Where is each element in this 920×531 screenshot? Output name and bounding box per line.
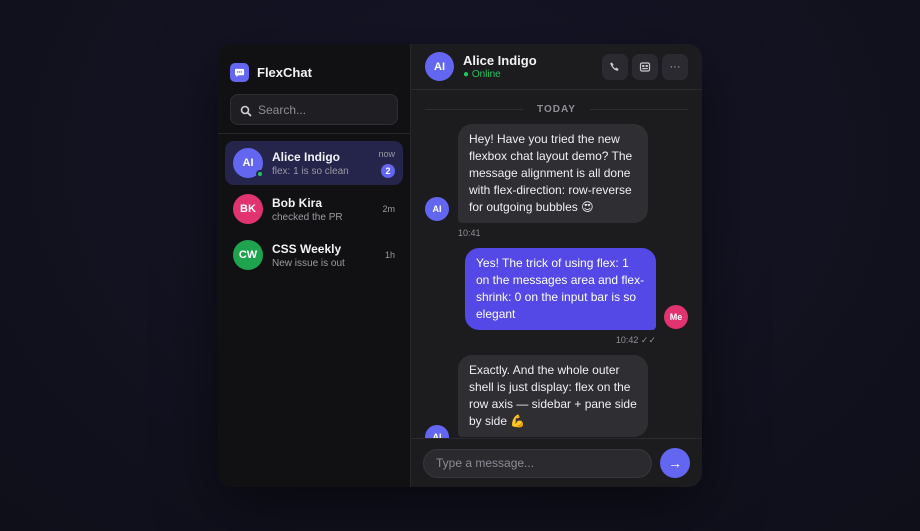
search-input[interactable] <box>258 102 413 117</box>
day-separator-label: TODAY <box>537 104 576 115</box>
phone-icon <box>610 62 619 71</box>
avatar-initials: AI <box>432 432 442 438</box>
conversation-time: 2m <box>382 204 395 214</box>
message-bubble: Exactly. And the whole outer shell is ju… <box>458 355 648 437</box>
avatar-initials: CW <box>238 249 258 261</box>
conversation-preview: flex: 1 is so clean <box>272 165 349 177</box>
sender-avatar: AI <box>425 425 449 438</box>
message-timestamp: 10:42 ✓✓ <box>615 335 656 345</box>
avatar: BK <box>233 194 263 224</box>
sender-avatar: AI <box>425 197 449 221</box>
contact-status: ● Online <box>463 69 501 80</box>
search-icon <box>240 104 252 116</box>
unread-badge: 2 <box>381 163 395 178</box>
avatar: AI <box>233 148 264 178</box>
incoming-message: AI Exactly. And the whole outer shell is… <box>425 355 688 438</box>
message-input[interactable] <box>423 448 652 478</box>
more-icon: ··· <box>669 60 681 73</box>
avatar-initials: AI <box>434 60 445 73</box>
online-indicator <box>256 170 264 178</box>
my-avatar: Me <box>664 305 688 329</box>
search-box[interactable] <box>230 94 413 125</box>
avatar-initials: AI <box>432 204 442 214</box>
conversation-name: CSS Weekly <box>272 241 342 256</box>
composer: → <box>411 438 702 487</box>
outgoing-message: Yes! The trick of using flex: 1 on the m… <box>425 248 688 346</box>
arrow-right-icon: → <box>668 455 682 471</box>
brand: FlexChat <box>218 44 410 88</box>
avatar-initials: BK <box>240 203 256 215</box>
conversation-time: 1h <box>384 250 395 260</box>
send-button[interactable]: → <box>660 448 690 478</box>
conversation-name: Alice Indigo <box>272 149 341 164</box>
chat-header: AI Alice Indigo ● Online ··· <box>411 44 702 90</box>
chat-pane: AI Alice Indigo ● Online ··· TODAY AI He… <box>411 44 702 487</box>
message-bubble: Hey! Have you tried the new flexbox chat… <box>458 124 648 223</box>
conversation-item-bob[interactable]: BK Bob Kira checked the PR 2m <box>225 187 403 231</box>
conversation-item-alice[interactable]: AI Alice Indigo flex: 1 is so clean now … <box>225 141 403 185</box>
app-name: FlexChat <box>257 64 312 80</box>
conversation-preview: checked the PR <box>272 211 343 223</box>
incoming-message: AI Hey! Have you tried the new flexbox c… <box>425 124 688 238</box>
video-icon <box>639 61 651 72</box>
conversation-name: Bob Kira <box>272 195 323 210</box>
contact-name: Alice Indigo <box>463 53 537 68</box>
avatar: CW <box>233 240 263 270</box>
message-bubble: Yes! The trick of using flex: 1 on the m… <box>465 248 656 330</box>
message-list: TODAY AI Hey! Have you tried the new fle… <box>411 90 702 438</box>
conversation-preview: New issue is out <box>272 257 345 269</box>
call-button[interactable] <box>602 53 628 80</box>
sidebar: FlexChat AI Alice Indigo flex: 1 is so c… <box>218 44 413 487</box>
conversation-time: now <box>378 148 395 159</box>
chat-bubble-icon <box>230 62 249 82</box>
avatar-initials: Me <box>669 312 683 322</box>
more-options-button[interactable]: ··· <box>662 53 688 80</box>
conversation-item-css-weekly[interactable]: CW CSS Weekly New issue is out 1h <box>225 233 403 277</box>
day-separator: TODAY <box>425 104 688 115</box>
conversation-list: AI Alice Indigo flex: 1 is so clean now … <box>218 134 410 279</box>
avatar-initials: AI <box>242 157 254 169</box>
contact-avatar[interactable]: AI <box>425 52 454 81</box>
video-call-button[interactable] <box>632 53 658 80</box>
chat-window: FlexChat AI Alice Indigo flex: 1 is so c… <box>218 44 702 487</box>
message-timestamp: 10:41 <box>458 228 481 238</box>
